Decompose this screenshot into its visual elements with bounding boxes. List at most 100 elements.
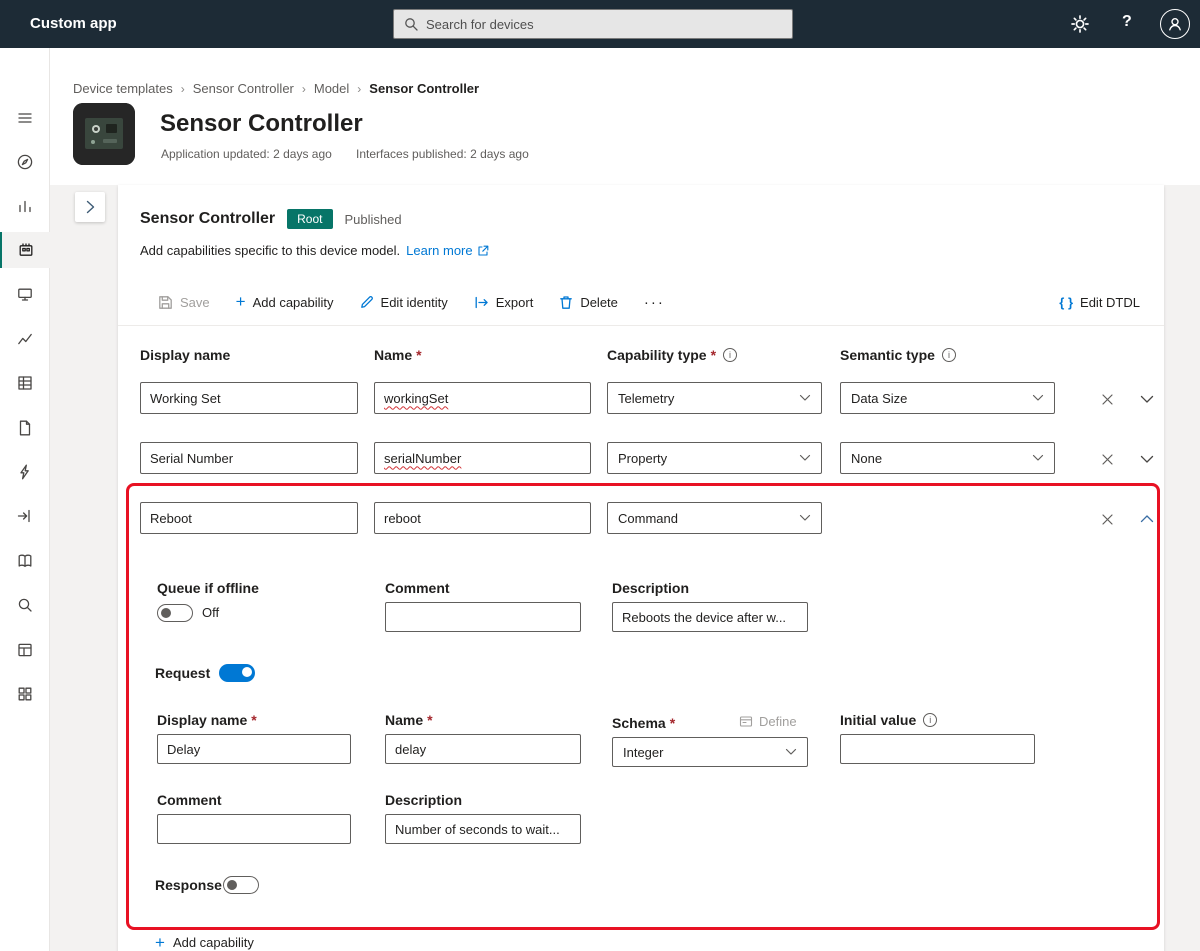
display-name-input[interactable]: Serial Number xyxy=(140,442,358,474)
remove-capability-button[interactable] xyxy=(1098,391,1116,407)
interfaces-published-text: Interfaces published: 2 days ago xyxy=(356,147,529,161)
capability-row-working-set: Working Set workingSet Telemetry Data Si… xyxy=(140,382,1154,414)
model-subtitle: Add capabilities specific to this device… xyxy=(140,243,401,258)
edit-dtdl-button[interactable]: { } Edit DTDL xyxy=(1059,295,1140,310)
export-button[interactable]: Export xyxy=(474,295,533,310)
request-comment-input[interactable] xyxy=(157,814,351,844)
model-subtitle-row: Add capabilities specific to this device… xyxy=(140,243,489,258)
define-button[interactable]: Define xyxy=(739,714,797,729)
search-placeholder: Search for devices xyxy=(426,16,534,32)
request-display-name-input[interactable]: Delay xyxy=(157,734,351,764)
expand-capability-button[interactable] xyxy=(1138,454,1156,464)
description-input[interactable]: Reboots the device after w... xyxy=(612,602,808,632)
learn-more-link[interactable]: Learn more xyxy=(406,243,488,258)
sidebar-item-data-export[interactable] xyxy=(0,498,50,534)
sidebar-item-search[interactable] xyxy=(0,587,50,623)
magnifier-icon xyxy=(16,596,34,614)
sidebar-item-devices[interactable] xyxy=(0,276,50,312)
sidebar-item-audit-logs[interactable] xyxy=(0,543,50,579)
request-description-label: Description xyxy=(385,792,463,808)
comment-label: Comment xyxy=(385,580,450,596)
collapse-capability-button[interactable] xyxy=(1138,514,1156,524)
info-icon: i xyxy=(723,348,738,362)
chevron-down-icon xyxy=(1032,454,1044,462)
sidebar-item-files[interactable] xyxy=(0,410,50,446)
sidebar-item-dashboard[interactable] xyxy=(0,144,50,180)
trash-icon xyxy=(559,295,573,310)
tiles-icon xyxy=(16,685,34,703)
sidebar-item-edge-manifests[interactable] xyxy=(0,632,50,668)
display-name-input[interactable]: Reboot xyxy=(140,502,358,534)
column-capability-type: Capability type * i xyxy=(607,347,738,363)
capabilities-toolbar: Save + Add capability Edit identity Expo… xyxy=(158,288,1140,316)
queue-if-offline-toggle[interactable] xyxy=(157,604,193,622)
chevron-up-icon xyxy=(1140,515,1154,524)
expand-panel-button[interactable] xyxy=(75,192,105,222)
expand-capability-button[interactable] xyxy=(1138,394,1156,404)
breadcrumb-separator: › xyxy=(357,81,362,96)
request-toggle[interactable] xyxy=(219,664,255,682)
add-capability-button[interactable]: + Add capability xyxy=(236,293,334,310)
help-button[interactable]: ? xyxy=(1122,13,1132,31)
name-input[interactable]: workingSet xyxy=(374,382,591,414)
remove-capability-button[interactable] xyxy=(1098,511,1116,527)
add-capability-bottom-button[interactable]: + Add capability xyxy=(155,932,254,951)
column-display-name: Display name xyxy=(140,347,231,363)
application-updated-text: Application updated: 2 days ago xyxy=(161,147,332,161)
breadcrumb: Device templates › Sensor Controller › M… xyxy=(73,81,479,96)
comment-input[interactable] xyxy=(385,602,581,632)
semantic-type-select[interactable]: None xyxy=(840,442,1055,474)
highlight-annotation-box xyxy=(126,483,1160,930)
request-description-input[interactable]: Number of seconds to wait... xyxy=(385,814,581,844)
export-arrow-icon xyxy=(16,507,34,525)
capability-row-serial-number: Serial Number serialNumber Property None xyxy=(140,442,1154,474)
display-name-input[interactable]: Working Set xyxy=(140,382,358,414)
request-name-label: Name * xyxy=(385,712,433,728)
sidebar-item-data-explorer[interactable] xyxy=(0,321,50,357)
edit-identity-button[interactable]: Edit identity xyxy=(360,295,448,310)
account-avatar-button[interactable] xyxy=(1160,9,1190,39)
document-icon xyxy=(16,419,34,437)
remove-capability-button[interactable] xyxy=(1098,451,1116,467)
device-search-input[interactable]: Search for devices xyxy=(393,9,793,39)
breadcrumb-separator: › xyxy=(180,81,185,96)
capability-type-select[interactable]: Command xyxy=(607,502,822,534)
initial-value-input[interactable] xyxy=(840,734,1035,764)
breadcrumb-model[interactable]: Model xyxy=(314,81,349,96)
external-link-icon xyxy=(477,245,489,257)
toggle-knob xyxy=(227,880,237,890)
breadcrumb-sensor-controller[interactable]: Sensor Controller xyxy=(193,81,294,96)
sidebar-item-device-templates[interactable] xyxy=(0,232,50,268)
capability-type-select[interactable]: Telemetry xyxy=(607,382,822,414)
capability-type-select[interactable]: Property xyxy=(607,442,822,474)
chevron-right-icon xyxy=(86,200,95,214)
close-icon xyxy=(1101,453,1114,466)
top-bar: Custom app Search for devices ? xyxy=(0,0,1200,48)
sidebar-item-administration[interactable] xyxy=(0,676,50,712)
request-display-name-label: Display name * xyxy=(157,712,257,728)
sidebar-item-analytics[interactable] xyxy=(0,188,50,224)
description-label: Description xyxy=(612,580,690,596)
window-panes-icon xyxy=(16,641,34,659)
name-input[interactable]: serialNumber xyxy=(374,442,591,474)
table-grid-icon xyxy=(16,374,34,392)
sidebar-item-menu[interactable] xyxy=(0,100,50,136)
breadcrumb-device-templates[interactable]: Device templates xyxy=(73,81,173,96)
save-button[interactable]: Save xyxy=(158,295,210,310)
delete-button[interactable]: Delete xyxy=(559,295,618,310)
plus-icon: + xyxy=(155,932,165,951)
request-name-input[interactable]: delay xyxy=(385,734,581,764)
sidebar-item-jobs[interactable] xyxy=(0,365,50,401)
hamburger-menu-icon xyxy=(16,109,34,127)
sidebar-item-rules[interactable] xyxy=(0,454,50,490)
settings-gear-button[interactable] xyxy=(1070,14,1090,34)
chevron-down-icon xyxy=(799,514,811,522)
more-commands-button[interactable]: ··· xyxy=(644,294,665,311)
toolbar-divider xyxy=(118,325,1164,326)
semantic-type-select[interactable]: Data Size xyxy=(840,382,1055,414)
model-title-row: Sensor Controller Root Published xyxy=(140,209,402,229)
queue-state-text: Off xyxy=(202,605,220,620)
response-toggle[interactable] xyxy=(223,876,259,894)
request-schema-select[interactable]: Integer xyxy=(612,737,808,767)
name-input[interactable]: reboot xyxy=(374,502,591,534)
